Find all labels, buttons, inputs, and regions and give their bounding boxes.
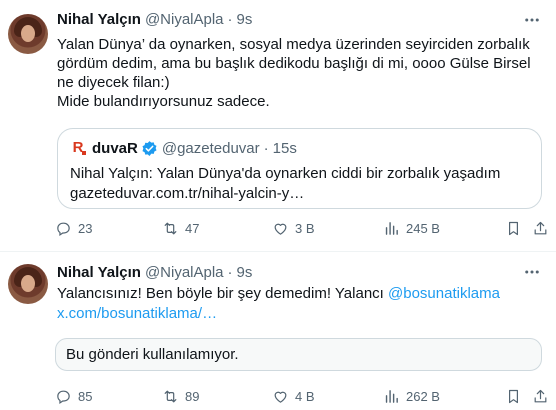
share-button[interactable] (532, 386, 549, 406)
tweet-header: Nihal Yalçın @NiyalApla · 9s (57, 262, 252, 282)
action-bar: 23 47 3 B 245 B (55, 218, 547, 238)
bookmark-icon (509, 389, 518, 403)
quote-body: Nihal Yalçın: Yalan Dünya'da oynarken ci… (70, 165, 501, 182)
repost-button[interactable]: 47 (162, 218, 199, 238)
more-horizontal-icon[interactable] (522, 262, 542, 282)
share-icon (534, 221, 547, 234)
quote-tweet-card[interactable]: R duvaR @gazeteduvar · 15s Nihal Yalçın:… (57, 128, 542, 209)
view-count: 245 B (406, 220, 440, 236)
separator-dot: · (227, 10, 233, 28)
reply-count: 23 (78, 220, 93, 236)
more-horizontal-icon[interactable] (522, 10, 542, 30)
separator-dot: · (263, 139, 269, 157)
quote-author-handle: @gazeteduvar (161, 139, 260, 157)
like-button[interactable]: 4 B (272, 386, 315, 406)
reply-count: 85 (78, 388, 93, 404)
tweet-body: Yalancısınız! Ben böyle bir şey demedim!… (57, 285, 389, 302)
repost-count: 89 (185, 388, 200, 404)
tweet-link[interactable]: x.com/bosunatiklama/… (57, 304, 542, 324)
views-chart-icon (385, 221, 398, 235)
duvar-logo: R (70, 140, 86, 156)
bookmark-button[interactable] (505, 386, 522, 406)
timestamp[interactable]: 9s (237, 264, 253, 281)
views-button[interactable]: 262 B (383, 386, 440, 406)
author-name[interactable]: Nihal Yalçın (57, 11, 141, 28)
quote-text: Nihal Yalçın: Yalan Dünya'da oynarken ci… (70, 164, 530, 204)
bookmark-button[interactable] (505, 218, 522, 238)
heart-icon (274, 223, 287, 235)
tweet-header: Nihal Yalçın @NiyalApla · 9s (57, 9, 252, 29)
tweet-text: Yalan Dünya’ da oynarken, sosyal medya ü… (57, 36, 531, 110)
quote-author-name: duvaR (92, 139, 138, 157)
avatar[interactable] (8, 14, 48, 54)
author-handle[interactable]: @NiyalApla (145, 11, 224, 28)
repost-button[interactable]: 89 (162, 386, 199, 406)
author-handle[interactable]: @NiyalApla (145, 264, 224, 281)
unavailable-post-notice: Bu gönderi kullanılamıyor. (55, 338, 542, 371)
quote-link[interactable]: gazeteduvar.com.tr/nihal-yalcin-y… (70, 184, 530, 204)
views-chart-icon (385, 389, 398, 403)
like-count: 4 B (295, 388, 315, 404)
mention-link[interactable]: @bosunatiklama (388, 285, 500, 302)
repost-count: 47 (185, 220, 200, 236)
reply-button[interactable]: 23 (55, 218, 92, 238)
like-count: 3 B (295, 220, 315, 236)
repost-icon (164, 390, 177, 402)
separator-dot: · (227, 263, 233, 281)
quote-timestamp: 15s (272, 139, 297, 157)
author-name[interactable]: Nihal Yalçın (57, 264, 141, 281)
timestamp[interactable]: 9s (237, 11, 253, 28)
view-count: 262 B (406, 388, 440, 404)
reply-button[interactable]: 85 (55, 386, 92, 406)
share-button[interactable] (532, 218, 549, 238)
action-bar: 85 89 4 B 262 B (55, 386, 547, 406)
heart-icon (274, 391, 287, 403)
tweet[interactable]: Nihal Yalçın @NiyalApla · 9s Yalancısını… (0, 252, 556, 410)
bookmark-icon (509, 221, 518, 235)
repost-icon (164, 222, 177, 234)
reply-icon (57, 222, 70, 236)
like-button[interactable]: 3 B (272, 218, 315, 238)
avatar[interactable] (8, 264, 48, 304)
share-icon (534, 389, 547, 402)
verified-badge-icon (141, 140, 158, 157)
quote-header: R duvaR @gazeteduvar · 15s (70, 138, 297, 158)
tweet-text: Yalancısınız! Ben böyle bir şey demedim!… (57, 284, 542, 324)
reply-icon (57, 390, 70, 404)
views-button[interactable]: 245 B (383, 218, 440, 238)
tweet[interactable]: Nihal Yalçın @NiyalApla · 9s Yalan Dünya… (0, 0, 556, 252)
